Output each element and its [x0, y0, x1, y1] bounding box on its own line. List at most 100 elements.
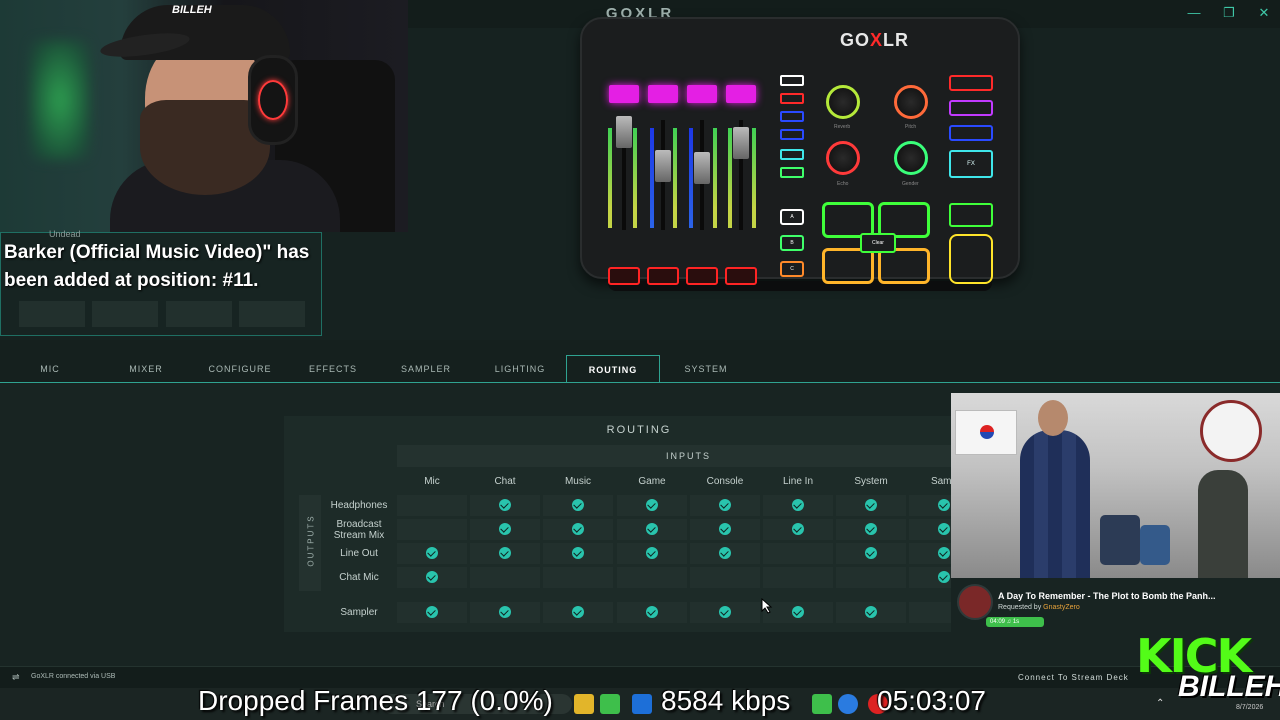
routing-cell[interactable]	[470, 519, 540, 540]
routing-cell[interactable]	[470, 495, 540, 516]
fader-handle-2[interactable]	[655, 150, 671, 182]
routing-cell[interactable]	[763, 602, 833, 623]
routing-cell[interactable]	[617, 519, 687, 540]
bleep-button[interactable]	[949, 203, 993, 227]
routing-cell[interactable]	[543, 495, 613, 516]
fader-scribble-3[interactable]	[687, 85, 717, 103]
connect-stream-deck-link[interactable]: Connect To Stream Deck	[1018, 673, 1129, 682]
check-icon	[719, 606, 731, 618]
now-playing-requester: Requested by GnastyZero	[998, 604, 1080, 611]
mute-button-4[interactable]	[725, 267, 757, 285]
tab-sampler[interactable]: SAMPLER	[386, 355, 466, 383]
routing-cell[interactable]	[836, 495, 906, 516]
fader-handle-1[interactable]	[616, 116, 632, 148]
routing-cell[interactable]	[690, 543, 760, 564]
routing-cell[interactable]	[543, 567, 613, 588]
xbox-icon[interactable]	[812, 694, 832, 714]
routing-cell[interactable]	[690, 602, 760, 623]
routing-cell[interactable]	[543, 519, 613, 540]
tab-lighting[interactable]: LIGHTING	[480, 355, 560, 383]
save-icon[interactable]	[19, 301, 85, 327]
routing-cell[interactable]	[543, 602, 613, 623]
routing-cell[interactable]	[397, 495, 467, 516]
tray-chevron-icon[interactable]: ⌃	[1156, 698, 1164, 709]
fader-scribble-2[interactable]	[648, 85, 678, 103]
input-column-header: Game	[638, 476, 666, 487]
reverb-knob[interactable]	[826, 85, 860, 119]
effect-preset-5[interactable]	[780, 149, 804, 160]
tab-mixer[interactable]: MIXER	[106, 355, 186, 383]
check-icon	[938, 547, 950, 559]
video-guitarist	[1198, 470, 1248, 578]
fader-handle-4[interactable]	[733, 127, 749, 159]
tab-configure[interactable]: CONFIGURE	[200, 355, 280, 383]
mute-button-2[interactable]	[647, 267, 679, 285]
maximize-button[interactable]: ❐	[1219, 5, 1239, 21]
effect-preset-1[interactable]	[780, 75, 804, 86]
routing-cell[interactable]	[617, 602, 687, 623]
document-icon[interactable]	[92, 301, 158, 327]
tab-system[interactable]: SYSTEM	[666, 355, 746, 383]
routing-cell[interactable]	[397, 567, 467, 588]
tab-mic[interactable]: MIC	[10, 355, 90, 383]
sample-pad-bottom-left[interactable]	[822, 248, 874, 284]
megaphone-button[interactable]	[949, 75, 993, 91]
routing-cell[interactable]	[763, 519, 833, 540]
check-icon	[792, 499, 804, 511]
check-icon	[426, 547, 438, 559]
gender-knob[interactable]	[894, 141, 928, 175]
mute-button-3[interactable]	[686, 267, 718, 285]
routing-cell[interactable]	[836, 519, 906, 540]
routing-cell[interactable]	[617, 543, 687, 564]
chart-icon[interactable]	[600, 694, 620, 714]
echo-knob[interactable]	[826, 141, 860, 175]
routing-cell[interactable]	[543, 543, 613, 564]
routing-cell[interactable]	[470, 602, 540, 623]
trash-icon[interactable]	[239, 301, 305, 327]
folder-icon[interactable]	[574, 694, 594, 714]
routing-cell[interactable]	[470, 567, 540, 588]
effect-preset-4[interactable]	[780, 129, 804, 140]
routing-cell[interactable]	[470, 543, 540, 564]
sample-clear-button[interactable]: Clear	[860, 233, 896, 253]
sampler-bank-a[interactable]: A	[780, 209, 804, 225]
routing-cell[interactable]	[397, 602, 467, 623]
check-icon	[426, 571, 438, 583]
hardtune-button[interactable]	[949, 125, 993, 141]
routing-cell[interactable]	[397, 543, 467, 564]
sampler-bank-c[interactable]: C	[780, 261, 804, 277]
routing-cell[interactable]	[617, 567, 687, 588]
copy-icon[interactable]	[166, 301, 232, 327]
effect-preset-2[interactable]	[780, 93, 804, 104]
routing-cell[interactable]	[763, 567, 833, 588]
routing-cell[interactable]	[690, 519, 760, 540]
fader-handle-3[interactable]	[694, 152, 710, 184]
close-button[interactable]: ✕	[1254, 5, 1274, 21]
fx-button[interactable]: FX	[949, 150, 993, 178]
pitch-knob[interactable]	[894, 85, 928, 119]
check-icon	[865, 499, 877, 511]
cough-mute-button[interactable]	[949, 234, 993, 284]
routing-cell[interactable]	[397, 519, 467, 540]
effect-preset-3[interactable]	[780, 111, 804, 122]
fader-scribble-1[interactable]	[609, 85, 639, 103]
routing-cell[interactable]	[763, 495, 833, 516]
app-icon[interactable]	[838, 694, 858, 714]
routing-cell[interactable]	[836, 543, 906, 564]
fader-scribble-4[interactable]	[726, 85, 756, 103]
sampler-bank-b[interactable]: B	[780, 235, 804, 251]
routing-cell[interactable]	[836, 602, 906, 623]
mute-button-1[interactable]	[608, 267, 640, 285]
routing-cell[interactable]	[763, 543, 833, 564]
routing-cell[interactable]	[690, 495, 760, 516]
routing-cell[interactable]	[690, 567, 760, 588]
sample-pad-bottom-right[interactable]	[878, 248, 930, 284]
robot-button[interactable]	[949, 100, 993, 116]
routing-cell[interactable]	[617, 495, 687, 516]
tab-routing[interactable]: ROUTING	[566, 355, 660, 383]
tab-effects[interactable]: EFFECTS	[293, 355, 373, 383]
minimize-button[interactable]: —	[1184, 5, 1204, 20]
routing-cell[interactable]	[836, 567, 906, 588]
outlook-icon[interactable]	[632, 694, 652, 714]
effect-preset-6[interactable]	[780, 167, 804, 178]
